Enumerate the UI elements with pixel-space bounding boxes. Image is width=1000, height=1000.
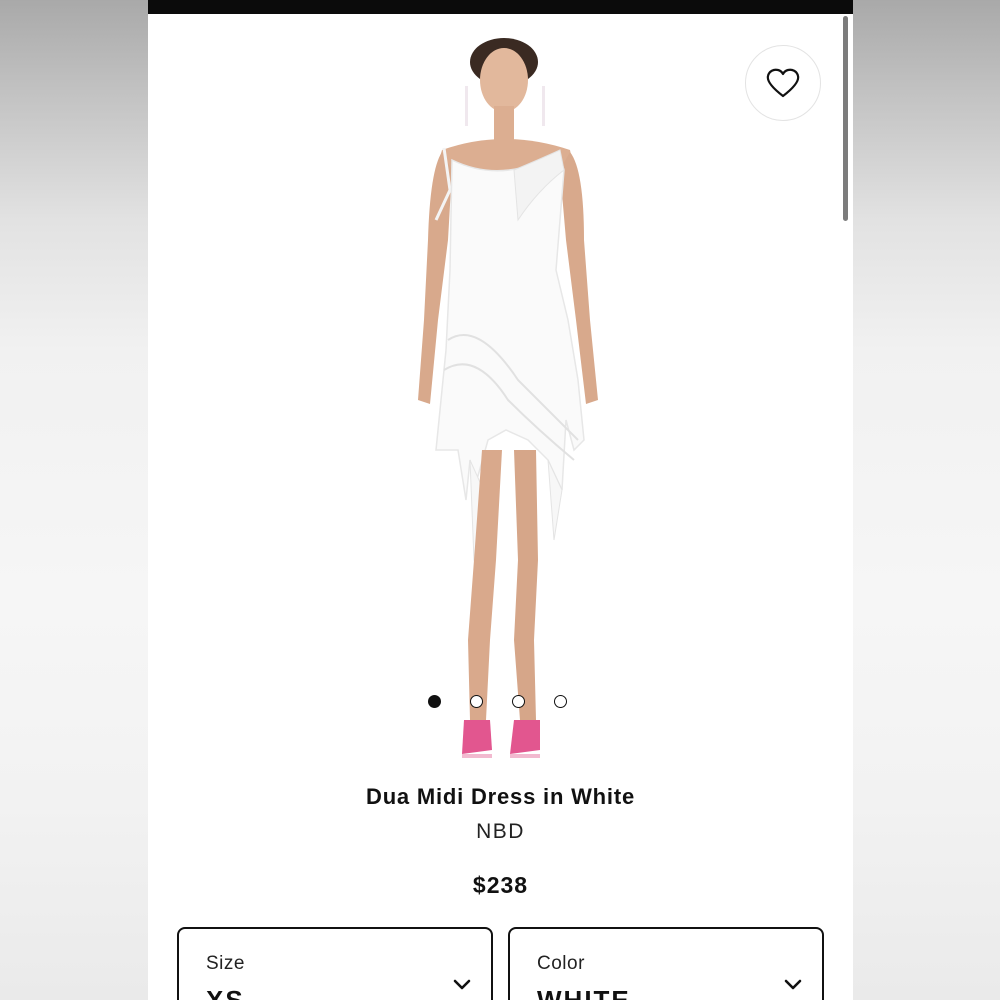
product-price: $238 (472, 872, 529, 898)
chevron-down-icon (453, 979, 471, 990)
carousel-dot-3[interactable] (512, 695, 525, 708)
size-select-label: Size (206, 953, 245, 974)
carousel-dot-1[interactable] (428, 695, 441, 708)
size-select-value: XS (206, 985, 245, 1000)
color-select-value: WHITE (537, 985, 631, 1000)
background-left (0, 0, 148, 1000)
color-select-label: Color (537, 953, 585, 974)
heart-outline-icon (766, 68, 800, 98)
product-title: Dua Midi Dress in White (366, 784, 635, 809)
product-image[interactable] (378, 20, 628, 770)
status-bar (148, 0, 853, 14)
color-select[interactable]: Color WHITE (508, 927, 824, 1000)
size-select[interactable]: Size XS (177, 927, 493, 1000)
product-page: Dua Midi Dress in White NBD $238 Size XS… (148, 0, 853, 1000)
chevron-down-icon (784, 979, 802, 990)
background-right (853, 0, 1000, 1000)
carousel-dot-2[interactable] (470, 695, 483, 708)
carousel-dot-4[interactable] (554, 695, 567, 708)
favorite-button[interactable] (745, 45, 821, 121)
product-brand[interactable]: NBD (148, 820, 853, 844)
image-carousel-dots (428, 695, 567, 711)
scrollbar[interactable] (843, 16, 848, 221)
